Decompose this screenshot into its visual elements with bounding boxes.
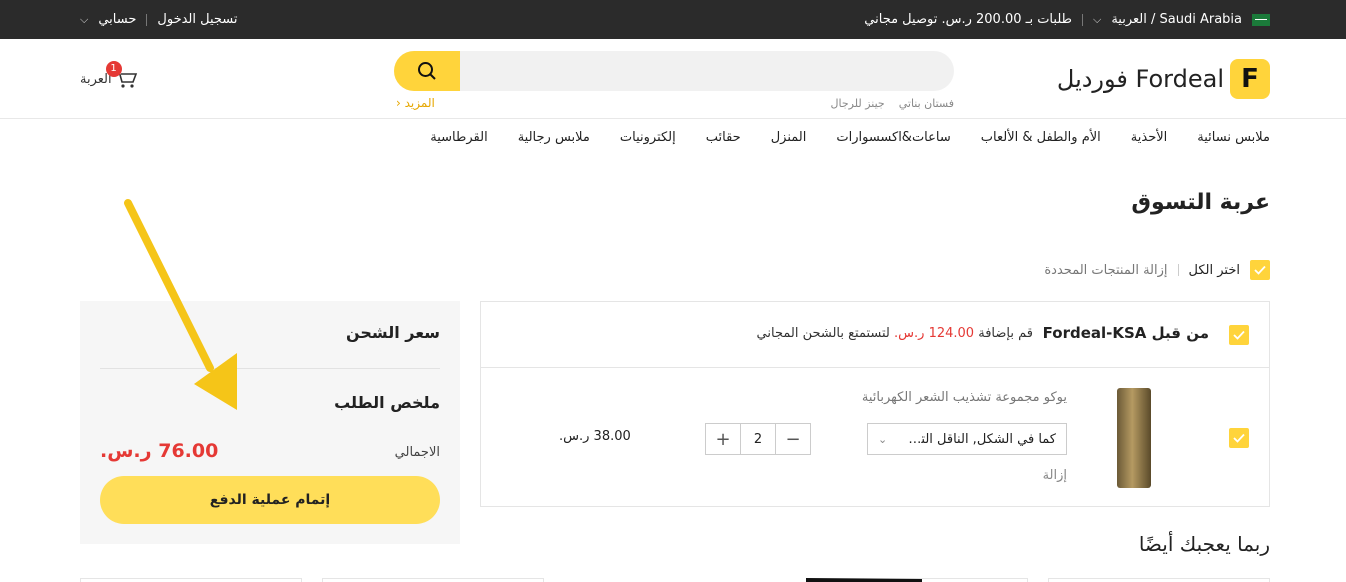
more-label: المزيد [404,96,435,110]
recommendations-title: ربما يعجبك أيضًا [1138,532,1270,556]
divider [146,13,148,26]
shipping-promo: طلبات بـ 200.00 ر.س. توصيل مجاني [864,12,1072,27]
checkout-button[interactable]: إتمام عملية الدفع [100,476,440,524]
divider [1177,264,1179,276]
category-nav: ملابس نسائية الأحذية الأم والطفل & الألع… [430,130,1270,145]
product-card[interactable] [80,578,302,582]
nav-item[interactable]: إلكترونيات [620,130,676,145]
seller-name: من قبل Fordeal-KSA [1042,324,1209,342]
hotword[interactable]: فستان بناتي [899,97,954,110]
saudi-flag-icon [1252,13,1270,26]
product-image[interactable] [1117,388,1151,488]
order-summary: سعر الشحن ملخص الطلب الاجمالي 76.00 ر.س.… [80,301,460,544]
cart-icon: 1 [105,61,138,89]
checkmark-icon [1233,433,1245,443]
account-link[interactable]: حسابي [98,12,136,27]
promo-amount: 124.00 ر.س. [894,326,975,341]
search-icon [418,62,436,80]
login-link[interactable]: تسجيل الدخول [157,12,237,27]
item-checkbox[interactable] [1229,428,1249,448]
seller-checkbox[interactable] [1229,325,1249,345]
nav-item[interactable]: الأم والطفل & الألعاب [981,130,1101,145]
search-button[interactable] [394,51,460,91]
nav-item[interactable]: حقائب [706,130,741,145]
product-card[interactable] [322,578,544,582]
seller-row: من قبل Fordeal-KSA قم بإضافة 124.00 ر.س.… [481,302,1269,368]
checkmark-icon [1233,330,1245,340]
header: F فورديل Fordeal فستان بناتي جينز للرجال… [0,39,1346,119]
minus-icon[interactable]: − [776,424,810,454]
divider [100,368,440,369]
quantity-stepper: + 2 − [705,423,811,455]
variant-value: كما في الشكل, الناقل التسلسلي [906,431,1056,447]
remove-item-link[interactable]: إزالة [1043,468,1067,483]
total-label: الاجمالي [394,445,440,460]
nav-item[interactable]: المنزل [771,130,807,145]
region-selector[interactable]: Saudi Arabia / العربية [1111,12,1242,27]
cart-count-badge: 1 [105,61,122,77]
variant-select[interactable]: كما في الشكل, الناقل التسلسلي ⌄ [867,423,1067,455]
recommendation-cards [80,578,1270,582]
nav-item[interactable]: الأحذية [1131,130,1167,145]
logo-text: فورديل Fordeal [1056,65,1224,93]
nav-item[interactable]: القرطاسية [430,130,487,145]
nav-item[interactable]: ملابس رجالية [518,130,590,145]
chevron-down-icon[interactable]: ⌵ [80,13,88,27]
logo[interactable]: F فورديل Fordeal [1057,59,1270,99]
more-link[interactable]: المزيد ‹ [396,96,435,110]
select-bar: اختر الكل إزالة المنتجات المحددة [1044,260,1270,280]
product-card[interactable] [1048,578,1270,582]
chevron-down-icon[interactable]: ⌵ [1093,13,1101,27]
divider [1081,13,1083,26]
nav-item[interactable]: ساعات&اكسسوارات [836,130,950,145]
remove-selected-link[interactable]: إزالة المنتجات المحددة [1044,263,1167,278]
select-all-checkbox[interactable] [1250,260,1270,280]
top-bar-left: تسجيل الدخول حسابي ⌵ [80,0,238,39]
search-bar [394,51,954,91]
checkmark-icon [1254,265,1266,275]
page-title: عربة التسوق [1131,190,1270,215]
cart-items-panel: من قبل Fordeal-KSA قم بإضافة 124.00 ر.س.… [480,301,1270,507]
top-bar-right: Saudi Arabia / العربية ⌵ طلبات بـ 200.00… [864,0,1270,39]
plus-icon[interactable]: + [706,424,740,454]
logo-badge: F [1230,59,1270,99]
shipping-title: سعر الشحن [346,323,440,342]
quantity-value[interactable]: 2 [740,424,776,454]
nav-item[interactable]: ملابس نسائية [1197,130,1270,145]
top-bar: Saudi Arabia / العربية ⌵ طلبات بـ 200.00… [0,0,1346,39]
hotword[interactable]: جينز للرجال [831,97,885,110]
header-cart[interactable]: العربة 1 [80,61,138,89]
free-shipping-hint: قم بإضافة 124.00 ر.س. لتستمتع بالشحن الم… [757,326,1033,341]
total-value: 76.00 ر.س. [100,440,219,462]
product-name[interactable]: يوكو مجموعة تشذيب الشعر الكهربائية [857,390,1067,405]
item-price: 38.00 ر.س. [559,429,631,444]
chevron-down-icon: ⌄ [878,432,888,446]
product-card[interactable] [806,578,1028,582]
search-hotwords: فستان بناتي جينز للرجال [831,97,955,110]
promo-prefix: قم بإضافة [978,326,1033,341]
select-all-label[interactable]: اختر الكل [1189,263,1240,278]
summary-title: ملخص الطلب [334,393,440,412]
search-input[interactable] [464,59,940,83]
promo-suffix: لتستمتع بالشحن المجاني [756,326,890,341]
